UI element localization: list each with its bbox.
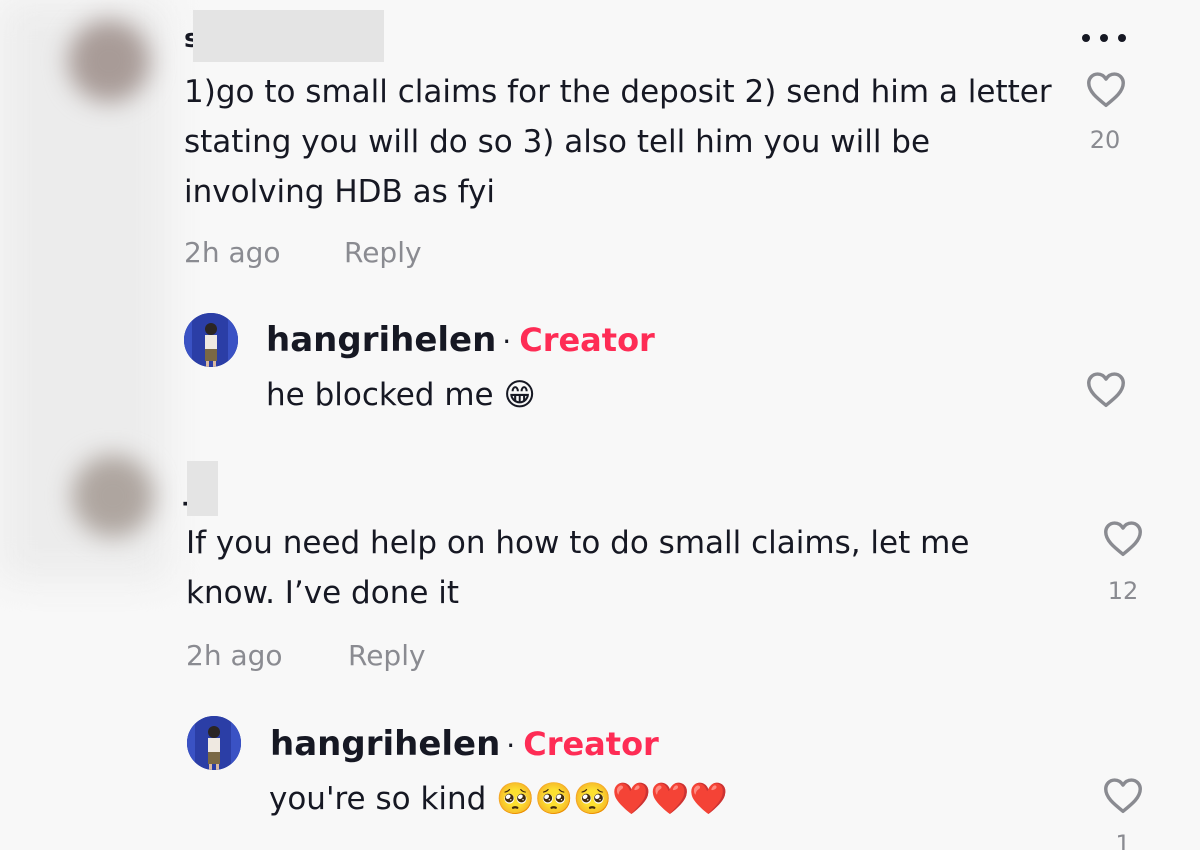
creator-username-row: hangrihelen · Creator <box>266 320 655 362</box>
separator-dot: · <box>502 325 512 358</box>
heart-outline-icon[interactable] <box>1100 515 1146 561</box>
comment-text: If you need help on how to do small clai… <box>186 525 970 611</box>
comments-panel: s 1)go to small claims for the deposit 2… <box>0 0 1200 850</box>
redacted-username <box>187 461 218 516</box>
reply-button[interactable]: Reply <box>348 639 426 673</box>
redacted-username <box>193 10 384 62</box>
heart-outline-icon[interactable] <box>1100 772 1146 818</box>
creator-username-row: hangrihelen · Creator <box>270 724 659 766</box>
comment-timestamp: 2h ago <box>186 639 283 672</box>
creator-avatar[interactable] <box>187 716 241 770</box>
reply-text: he blocked me 😁 <box>266 377 536 413</box>
separator-dot: · <box>506 729 516 762</box>
reply-button[interactable]: Reply <box>344 236 422 270</box>
like-count: 20 <box>1089 126 1121 154</box>
comment-text: 1)go to small claims for the deposit 2) … <box>184 74 1052 210</box>
like-count: 1 <box>1115 830 1131 850</box>
heart-outline-icon[interactable] <box>1083 366 1129 412</box>
comment-timestamp: 2h ago <box>184 236 281 269</box>
like-count: 12 <box>1107 577 1139 605</box>
creator-badge: Creator <box>523 725 659 763</box>
more-options-icon[interactable] <box>1080 30 1130 46</box>
reply-text: you're so kind 🥺🥺🥺❤️❤️❤️ <box>269 781 728 817</box>
creator-username[interactable]: hangrihelen <box>270 724 500 764</box>
commenter-avatar[interactable] <box>72 455 154 537</box>
creator-badge: Creator <box>519 321 655 359</box>
commenter-avatar[interactable] <box>68 20 150 102</box>
creator-username[interactable]: hangrihelen <box>266 320 496 360</box>
heart-outline-icon[interactable] <box>1083 66 1129 112</box>
creator-avatar[interactable] <box>184 313 238 367</box>
